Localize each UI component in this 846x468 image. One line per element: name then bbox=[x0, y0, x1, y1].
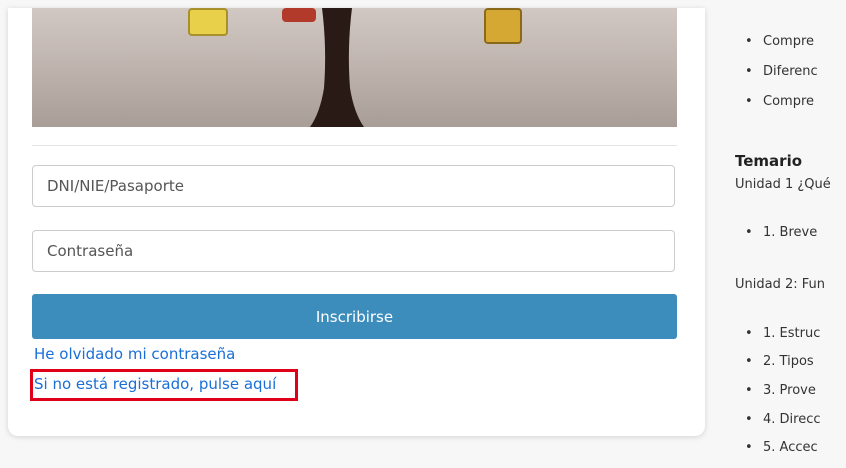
book-icon bbox=[282, 8, 316, 22]
enroll-button-label: Inscribirse bbox=[315, 307, 394, 326]
course-banner-image bbox=[32, 8, 677, 127]
enroll-button[interactable]: Inscribirse bbox=[32, 294, 677, 339]
list-item: 2. Tipos bbox=[745, 354, 814, 369]
id-document-placeholder: DNI/NIE/Pasaporte bbox=[47, 177, 184, 195]
password-input[interactable]: Contraseña bbox=[32, 230, 675, 272]
course-info-panel: Compre Diferenc Compre Temario Unidad 1 … bbox=[735, 0, 846, 468]
divider bbox=[32, 145, 677, 146]
login-card: DNI/NIE/Pasaporte Contraseña Inscribirse… bbox=[8, 8, 705, 436]
list-item: Diferenc bbox=[745, 64, 818, 79]
list-item: Compre bbox=[745, 34, 814, 49]
list-item: 4. Direcc bbox=[745, 412, 820, 427]
tree-trunk-illustration bbox=[310, 8, 364, 127]
temario-heading: Temario bbox=[735, 152, 803, 170]
id-document-input[interactable]: DNI/NIE/Pasaporte bbox=[32, 165, 675, 207]
list-item: 1. Breve bbox=[745, 225, 817, 240]
unit2-title: Unidad 2: Fun bbox=[735, 277, 825, 292]
register-link-highlight bbox=[30, 369, 298, 401]
phone-icon bbox=[484, 8, 522, 44]
list-item: 5. Accec bbox=[745, 440, 818, 455]
password-placeholder: Contraseña bbox=[47, 242, 134, 260]
list-item: Compre bbox=[745, 94, 814, 109]
list-item: 1. Estruc bbox=[745, 326, 820, 341]
list-item: 3. Prove bbox=[745, 383, 816, 398]
forgot-password-link[interactable]: He olvidado mi contraseña bbox=[34, 345, 235, 363]
share-icon bbox=[188, 8, 228, 36]
unit1-title: Unidad 1 ¿Qué bbox=[735, 177, 831, 192]
